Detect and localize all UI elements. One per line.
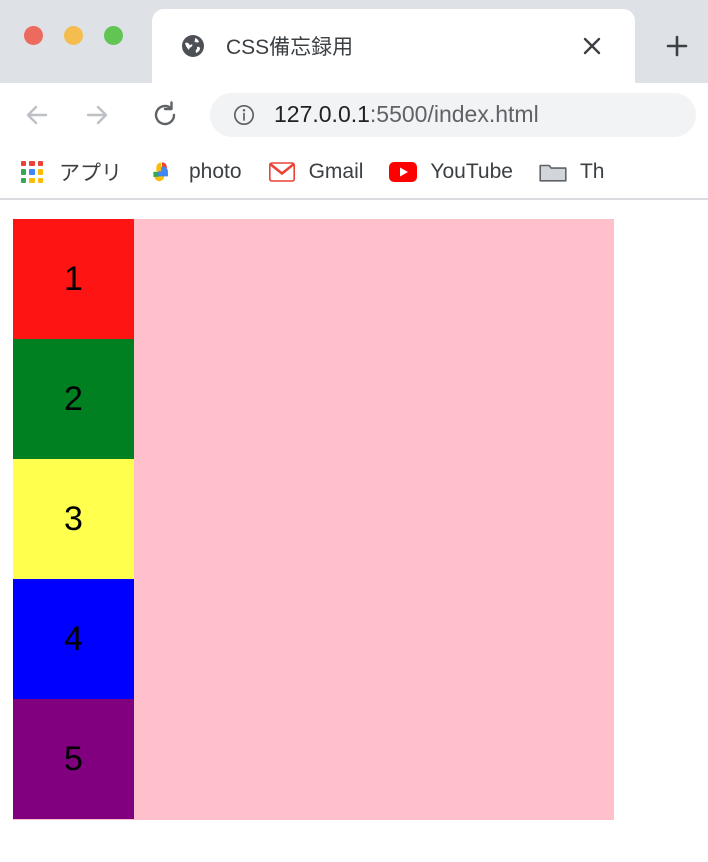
url-text: 127.0.0.1:5500/index.html [274,101,539,128]
info-icon[interactable] [232,103,256,127]
apps-grid-icon [18,158,46,186]
flex-item: 4 [13,579,134,699]
bookmark-label: Gmail [308,160,364,183]
flex-item-label: 3 [64,499,83,538]
globe-icon [180,33,206,59]
flex-item: 2 [13,339,134,459]
flex-item-label: 2 [64,379,83,418]
flex-container: 1 2 3 4 5 [13,219,614,820]
bookmark-photo[interactable]: photo [148,158,242,186]
bookmark-folder[interactable]: Th [539,158,605,186]
window-controls [24,26,123,45]
forward-button[interactable] [74,92,120,138]
bookmark-label: アプリ [59,162,122,185]
folder-icon [539,158,567,186]
tab-title: CSS備忘録用 [226,36,354,59]
bookmark-label: photo [189,160,242,183]
reload-button[interactable] [142,92,188,138]
bookmark-youtube[interactable]: YouTube [389,158,513,186]
bookmark-apps[interactable]: アプリ [18,157,122,187]
tab-strip: CSS備忘録用 [0,0,708,83]
browser-tab[interactable]: CSS備忘録用 [152,9,635,83]
google-photos-icon [148,158,176,186]
url-host: 127.0.0.1 [274,101,370,127]
new-tab-button[interactable] [655,26,699,66]
flex-item: 1 [13,219,134,339]
browser-window: CSS備忘録用 127.0.0.1:5500/index.html アプリ ph… [0,0,708,862]
bookmarks-bar: アプリ photo Gmail YouTube Th [0,146,708,200]
back-button[interactable] [14,92,60,138]
maximize-window-button[interactable] [104,26,123,45]
address-bar[interactable]: 127.0.0.1:5500/index.html [210,92,696,137]
flex-item: 3 [13,459,134,579]
flex-item: 5 [13,699,134,819]
page-viewport: 1 2 3 4 5 [0,200,708,862]
minimize-window-button[interactable] [64,26,83,45]
close-window-button[interactable] [24,26,43,45]
youtube-icon [389,158,418,186]
flex-item-label: 4 [64,619,83,658]
bookmark-label: YouTube [430,160,513,183]
flex-item-label: 5 [64,739,83,778]
gmail-icon [268,158,296,186]
bookmark-gmail[interactable]: Gmail [268,158,364,186]
browser-toolbar: 127.0.0.1:5500/index.html [0,83,708,146]
bookmark-label: Th [579,160,605,183]
url-path: :5500/index.html [369,101,539,127]
close-tab-button[interactable] [573,27,611,65]
flex-item-label: 1 [64,259,83,298]
